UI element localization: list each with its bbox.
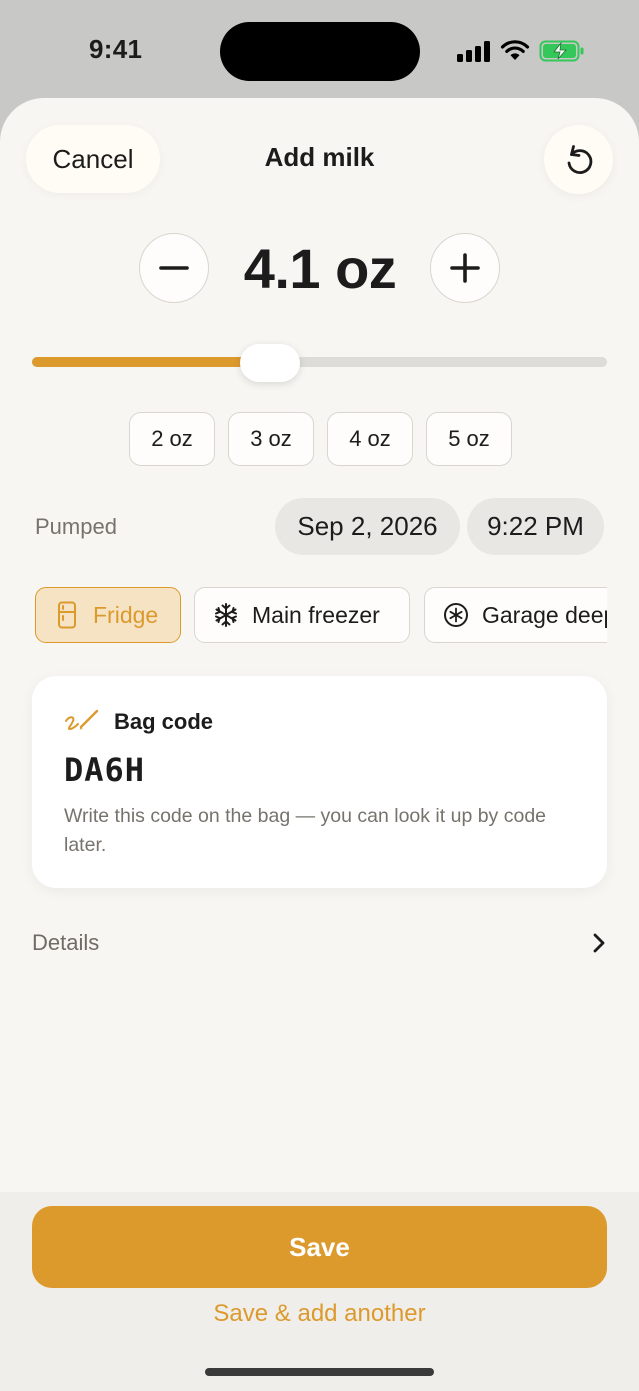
wifi-icon <box>500 40 530 60</box>
pumped-time-picker[interactable]: 9:22 PM <box>467 498 604 555</box>
location-chip-fridge[interactable]: Fridge <box>35 587 181 643</box>
location-chip-garage-deep-freezer[interactable]: Garage deep freezer <box>424 587 607 643</box>
location-chip-main-freezer[interactable]: Main freezer <box>194 587 410 643</box>
bag-code-card: Bag code DA6H Write this code on the bag… <box>32 676 607 888</box>
amount-slider-fill <box>32 357 262 367</box>
bottom-action-bar: Save Save & add another <box>0 1192 639 1391</box>
minus-icon <box>159 266 189 270</box>
save-button[interactable]: Save <box>32 1206 607 1288</box>
plus-icon <box>450 253 480 283</box>
preset-2oz-button[interactable]: 2 oz <box>129 412 215 466</box>
reset-button[interactable] <box>544 125 613 194</box>
home-indicator <box>205 1368 434 1376</box>
snowflake-icon <box>213 602 239 628</box>
bag-code-label: Bag code <box>114 709 214 734</box>
status-bar: 9:41 <box>0 0 639 100</box>
details-row[interactable]: Details <box>32 928 607 958</box>
decrement-button[interactable] <box>139 233 209 303</box>
pumped-label: Pumped <box>35 514 117 539</box>
bag-code-note: Write this code on the bag — you can loo… <box>64 805 547 856</box>
fridge-icon <box>54 601 80 629</box>
preset-4oz-button[interactable]: 4 oz <box>327 412 413 466</box>
snowflake-circle-icon <box>443 602 469 628</box>
status-time: 9:41 <box>89 34 143 64</box>
rotate-ccw-icon <box>567 144 592 174</box>
preset-3oz-button[interactable]: 3 oz <box>228 412 314 466</box>
amount-slider[interactable] <box>32 357 607 367</box>
amount-value: 4.1 oz <box>243 237 397 300</box>
save-and-add-another-button[interactable]: Save & add another <box>0 1300 639 1328</box>
details-label: Details <box>32 930 100 955</box>
battery-charging-icon <box>539 40 584 62</box>
location-label-garage-deep-freezer: Garage deep freezer <box>482 601 607 628</box>
preset-amounts: 2 oz 3 oz 4 oz 5 oz <box>129 412 512 466</box>
pumped-date-picker[interactable]: Sep 2, 2026 <box>275 498 460 555</box>
chevron-right-icon <box>593 933 605 953</box>
pencil-scribble-icon <box>65 709 99 731</box>
storage-location-chips: Fridge Main freezer Garage dee <box>35 587 607 645</box>
amount-slider-thumb[interactable] <box>240 344 300 382</box>
cellular-signal-icon <box>457 40 491 62</box>
location-label-fridge: Fridge <box>93 601 159 628</box>
dynamic-island <box>220 22 420 81</box>
preset-5oz-button[interactable]: 5 oz <box>426 412 512 466</box>
bag-code-value: DA6H <box>64 751 146 789</box>
increment-button[interactable] <box>430 233 500 303</box>
add-milk-sheet: Cancel Add milk 4.1 oz 2 oz 3 oz 4 oz 5 … <box>0 98 639 1391</box>
location-label-main-freezer: Main freezer <box>252 601 380 628</box>
